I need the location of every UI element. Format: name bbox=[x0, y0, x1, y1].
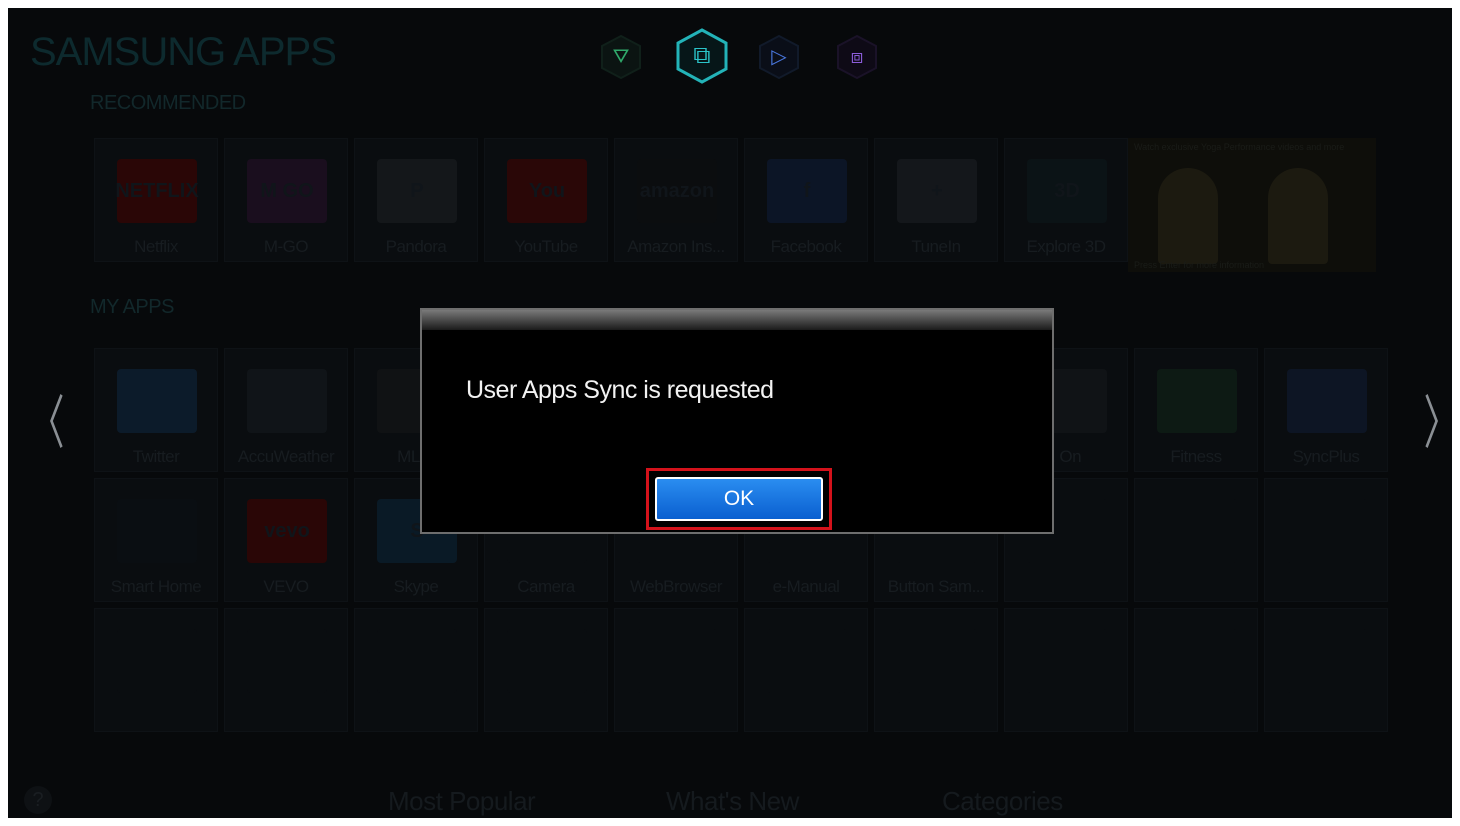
app-tile[interactable]: M GO M-GO bbox=[224, 138, 348, 262]
app-icon: + bbox=[897, 159, 977, 223]
promo-footer: Press Enter for more information bbox=[1134, 260, 1265, 270]
nav-media-button[interactable]: ⧈ bbox=[834, 34, 880, 80]
app-tile[interactable]: Twitter bbox=[94, 348, 218, 472]
app-tile[interactable] bbox=[1004, 608, 1128, 732]
ok-focus-highlight: OK bbox=[646, 468, 832, 530]
app-label: e-Manual bbox=[772, 577, 840, 596]
app-icon bbox=[1287, 499, 1367, 563]
app-label: Skype bbox=[393, 577, 439, 596]
app-tile[interactable] bbox=[484, 608, 608, 732]
dialog-title-bar bbox=[422, 310, 1052, 330]
app-icon bbox=[637, 629, 717, 693]
scroll-right-arrow[interactable]: 〉 bbox=[1424, 394, 1452, 452]
app-tile[interactable]: SyncPlus bbox=[1264, 348, 1388, 472]
app-icon bbox=[1287, 629, 1367, 693]
app-icon bbox=[897, 629, 977, 693]
play-icon: ▷ bbox=[771, 46, 787, 68]
app-tile[interactable] bbox=[874, 608, 998, 732]
app-icon bbox=[1027, 629, 1107, 693]
app-label: Twitter bbox=[132, 447, 180, 466]
app-icon bbox=[247, 369, 327, 433]
ok-button[interactable]: OK bbox=[655, 477, 823, 521]
promo-text: Watch exclusive Yoga Performance videos … bbox=[1134, 142, 1345, 152]
my-apps-label: MY APPS bbox=[90, 296, 174, 318]
app-label: Explore 3D bbox=[1026, 237, 1106, 256]
promo-figure bbox=[1268, 168, 1328, 264]
app-icon: P bbox=[377, 159, 457, 223]
app-tile[interactable]: f Facebook bbox=[744, 138, 868, 262]
app-icon bbox=[377, 629, 457, 693]
games-icon: ⛛ bbox=[612, 46, 630, 68]
app-icon bbox=[1157, 369, 1237, 433]
app-label: AccuWeather bbox=[237, 447, 335, 466]
app-icon bbox=[767, 629, 847, 693]
app-tile[interactable] bbox=[354, 608, 478, 732]
app-icon bbox=[247, 629, 327, 693]
app-tile[interactable]: NETFLIX Netflix bbox=[94, 138, 218, 262]
media-icon: ⧈ bbox=[850, 46, 864, 68]
app-tile[interactable]: 3D Explore 3D bbox=[1004, 138, 1128, 262]
scroll-left-arrow[interactable]: 〈 bbox=[30, 394, 65, 452]
app-tile[interactable]: Smart Home bbox=[94, 478, 218, 602]
apps-icon: ⧉ bbox=[693, 42, 711, 69]
app-tile[interactable] bbox=[1134, 608, 1258, 732]
app-tile[interactable]: amazon Amazon Ins... bbox=[614, 138, 738, 262]
app-label: M-GO bbox=[263, 237, 309, 256]
app-icon: M GO bbox=[247, 159, 327, 223]
app-tile[interactable]: vevo VEVO bbox=[224, 478, 348, 602]
app-label: WebBrowser bbox=[630, 577, 723, 596]
app-icon bbox=[117, 499, 197, 563]
app-icon bbox=[1287, 369, 1367, 433]
app-tile[interactable] bbox=[614, 608, 738, 732]
promo-figure bbox=[1158, 168, 1218, 264]
tab-categories[interactable]: Categories bbox=[942, 786, 1063, 817]
dialog-message: User Apps Sync is requested bbox=[466, 376, 774, 404]
app-icon bbox=[117, 369, 197, 433]
app-label: SyncPlus bbox=[1292, 447, 1360, 466]
app-label: Pandora bbox=[385, 237, 447, 256]
app-icon: NETFLIX bbox=[115, 159, 199, 223]
app-label: Smart Home bbox=[110, 577, 202, 596]
app-icon bbox=[1157, 629, 1237, 693]
app-icon bbox=[507, 629, 587, 693]
app-icon: amazon bbox=[637, 159, 717, 223]
recommended-label: RECOMMENDED bbox=[90, 92, 246, 114]
app-tile[interactable]: You YouTube bbox=[484, 138, 608, 262]
app-label: Facebook bbox=[770, 237, 842, 256]
tab-whats-new[interactable]: What's New bbox=[666, 786, 799, 817]
app-label: Camera bbox=[517, 577, 575, 596]
app-icon bbox=[117, 629, 197, 693]
app-label: Netflix bbox=[134, 237, 178, 256]
app-tile[interactable] bbox=[1134, 478, 1258, 602]
app-label: YouTube bbox=[514, 237, 578, 256]
app-tile[interactable]: P Pandora bbox=[354, 138, 478, 262]
app-label: TuneIn bbox=[911, 237, 961, 256]
app-icon bbox=[1157, 499, 1237, 563]
app-icon: 3D bbox=[1027, 159, 1107, 223]
app-icon: vevo bbox=[247, 499, 327, 563]
app-icon: You bbox=[507, 159, 587, 223]
promo-banner[interactable]: Watch exclusive Yoga Performance videos … bbox=[1128, 138, 1376, 272]
app-tile[interactable] bbox=[94, 608, 218, 732]
sync-dialog: User Apps Sync is requested OK bbox=[420, 308, 1054, 534]
app-icon: f bbox=[767, 159, 847, 223]
brand-title: SAMSUNG APPS bbox=[30, 30, 337, 74]
app-label: Amazon Ins... bbox=[627, 237, 725, 256]
tab-most-popular[interactable]: Most Popular bbox=[388, 786, 536, 817]
app-tile[interactable] bbox=[224, 608, 348, 732]
app-label: VEVO bbox=[263, 577, 309, 596]
nav-games-button[interactable]: ⛛ bbox=[598, 34, 644, 80]
app-tile[interactable]: Fitness bbox=[1134, 348, 1258, 472]
app-tile[interactable] bbox=[1264, 608, 1388, 732]
app-label: Button Sam... bbox=[887, 577, 985, 596]
app-tile[interactable]: AccuWeather bbox=[224, 348, 348, 472]
app-label: Fitness bbox=[1170, 447, 1222, 466]
help-icon[interactable]: ? bbox=[24, 786, 52, 814]
app-tile[interactable] bbox=[1264, 478, 1388, 602]
nav-apps-button[interactable]: ⧉ bbox=[674, 28, 730, 84]
tv-screen: SAMSUNG APPS ⛛ ⧉ ▷ ⧈ RECOMMENDED NETFLIX… bbox=[8, 8, 1452, 818]
app-tile[interactable] bbox=[744, 608, 868, 732]
nav-play-button[interactable]: ▷ bbox=[756, 34, 802, 80]
app-tile[interactable]: + TuneIn bbox=[874, 138, 998, 262]
